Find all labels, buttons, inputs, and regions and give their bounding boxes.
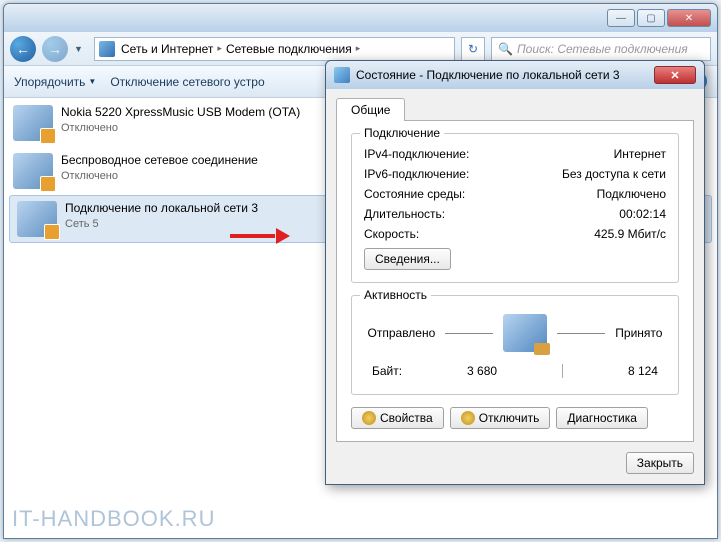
wifi-icon: [13, 153, 53, 189]
forward-button[interactable]: →: [42, 36, 68, 62]
group-label: Подключение: [360, 126, 444, 140]
search-placeholder: Поиск: Сетевые подключения: [517, 42, 688, 56]
maximize-button[interactable]: ▢: [637, 9, 665, 27]
shield-icon: [362, 411, 376, 425]
sent-label: Отправлено: [368, 326, 436, 340]
connection-status: Отключено: [61, 121, 300, 135]
status-row: Состояние среды:Подключено: [364, 184, 666, 204]
disable-device-button[interactable]: Отключение сетевого устро: [110, 75, 264, 89]
group-label: Активность: [360, 288, 431, 302]
properties-button[interactable]: Свойства: [351, 407, 444, 429]
disable-button[interactable]: Отключить: [450, 407, 551, 429]
dialog-close-button[interactable]: ✕: [654, 66, 696, 84]
status-dialog: Состояние - Подключение по локальной сет…: [325, 60, 705, 485]
location-icon: [99, 41, 115, 57]
chevron-right-icon: ▸: [354, 43, 363, 54]
bytes-sent-value: 3 680: [467, 364, 497, 378]
connection-name: Подключение по локальной сети 3: [65, 201, 258, 217]
refresh-button[interactable]: ↻: [461, 37, 485, 61]
breadcrumb-item[interactable]: Сетевые подключения: [226, 42, 352, 56]
activity-group: Активность Отправлено Принято Байт: 3 68…: [351, 295, 679, 395]
bytes-label: Байт:: [372, 364, 402, 378]
details-button[interactable]: Сведения...: [364, 248, 451, 270]
tab-general[interactable]: Общие: [336, 98, 405, 121]
status-row: Скорость:425.9 Мбит/с: [364, 224, 666, 244]
nav-history-dropdown[interactable]: ▼: [74, 44, 88, 54]
dialog-title: Состояние - Подключение по локальной сет…: [356, 68, 620, 82]
back-button[interactable]: ←: [10, 36, 36, 62]
diagnose-button[interactable]: Диагностика: [556, 407, 648, 429]
activity-line: [557, 333, 605, 334]
received-label: Принято: [615, 326, 662, 340]
divider: [562, 364, 563, 378]
status-row: IPv6-подключение:Без доступа к сети: [364, 164, 666, 184]
tab-content: Подключение IPv4-подключение:Интернет IP…: [336, 121, 694, 442]
window-titlebar: — ▢ ✕: [4, 4, 717, 32]
minimize-button[interactable]: —: [607, 9, 635, 27]
search-input[interactable]: 🔍 Поиск: Сетевые подключения: [491, 37, 711, 61]
dialog-titlebar: Состояние - Подключение по локальной сет…: [326, 61, 704, 89]
activity-icon: [503, 314, 547, 352]
ethernet-icon: [17, 201, 57, 237]
network-icon: [334, 67, 350, 83]
status-row: Длительность:00:02:14: [364, 204, 666, 224]
shield-icon: [461, 411, 475, 425]
search-icon: 🔍: [498, 42, 513, 56]
watermark-text: IT-HANDBOOK.RU: [12, 506, 215, 532]
dialog-body: Общие Подключение IPv4-подключение:Интер…: [326, 89, 704, 484]
organize-menu[interactable]: Упорядочить ▼: [14, 75, 96, 89]
tab-bar: Общие: [336, 97, 694, 121]
connection-status: Отключено: [61, 169, 258, 183]
breadcrumb-item[interactable]: Сеть и Интернет: [121, 42, 213, 56]
bytes-received-value: 8 124: [628, 364, 658, 378]
close-button[interactable]: ✕: [667, 9, 711, 27]
modem-icon: [13, 105, 53, 141]
status-row: IPv4-подключение:Интернет: [364, 144, 666, 164]
connection-name: Беспроводное сетевое соединение: [61, 153, 258, 169]
activity-line: [445, 333, 493, 334]
chevron-down-icon: ▼: [88, 77, 96, 86]
address-bar[interactable]: Сеть и Интернет ▸ Сетевые подключения ▸: [94, 37, 455, 61]
connection-name: Nokia 5220 XpressMusic USB Modem (OTA): [61, 105, 300, 121]
connection-group: Подключение IPv4-подключение:Интернет IP…: [351, 133, 679, 283]
connection-status: Сеть 5: [65, 217, 258, 231]
chevron-right-icon: ▸: [215, 43, 224, 54]
close-dialog-button[interactable]: Закрыть: [626, 452, 694, 474]
annotation-arrow: [230, 230, 290, 242]
